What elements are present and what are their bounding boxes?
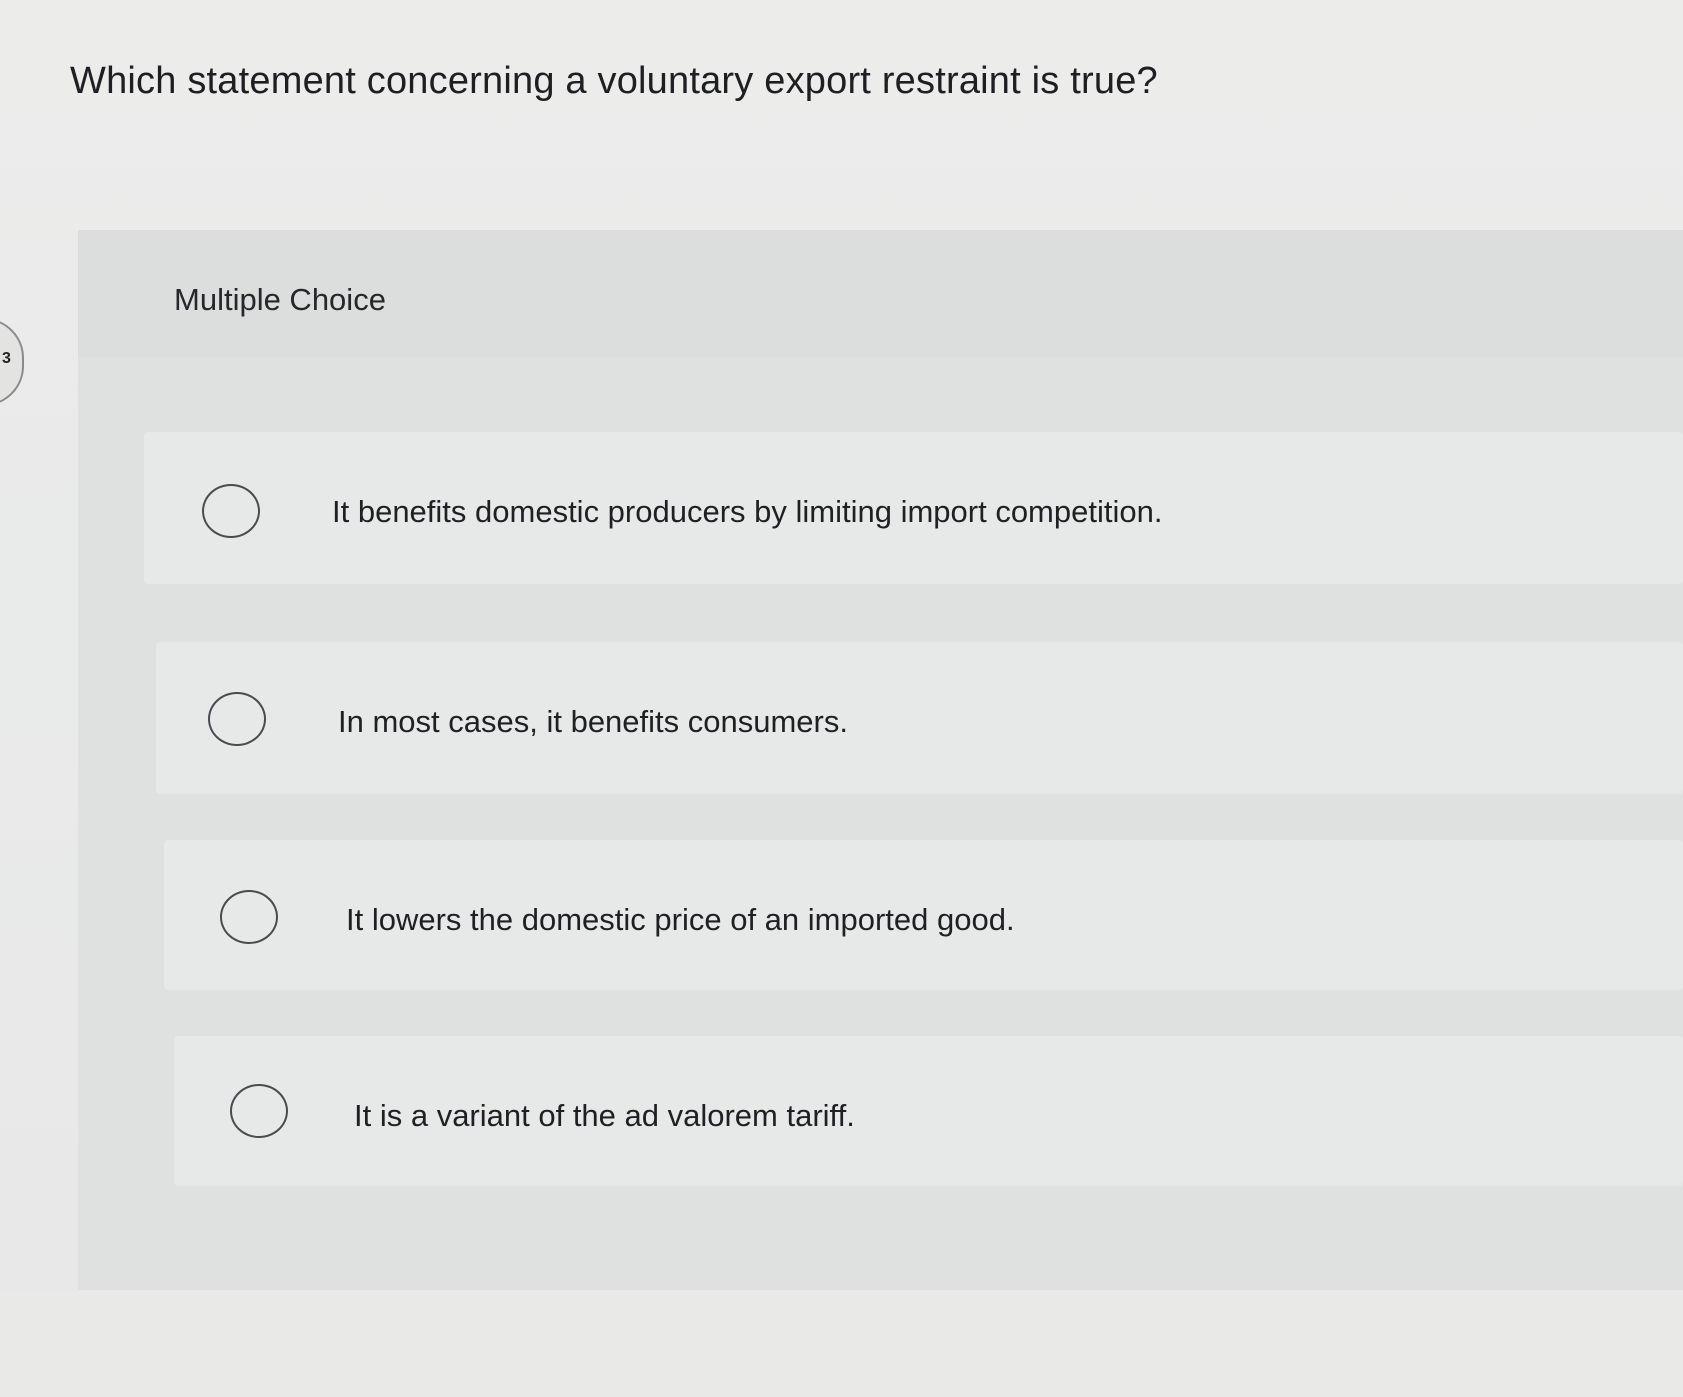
radio-button-icon[interactable] xyxy=(208,692,266,746)
radio-button-icon[interactable] xyxy=(230,1084,288,1138)
question-type-label: Multiple Choice xyxy=(174,282,386,317)
radio-button-icon[interactable] xyxy=(220,890,278,944)
answer-option-3[interactable]: It lowers the domestic price of an impor… xyxy=(164,840,1683,990)
answer-option-label: In most cases, it benefits consumers. xyxy=(338,704,848,739)
answer-option-1[interactable]: It benefits domestic producers by limiti… xyxy=(144,432,1683,584)
radio-button-icon[interactable] xyxy=(202,484,260,538)
answer-option-label: It is a variant of the ad valorem tariff… xyxy=(354,1098,855,1133)
side-tab-label: 3 xyxy=(2,350,11,367)
answer-option-label: It benefits domestic producers by limiti… xyxy=(332,494,1163,529)
answer-option-2[interactable]: In most cases, it benefits consumers. xyxy=(156,642,1683,794)
page-footer-area xyxy=(0,1290,1683,1397)
answer-option-4[interactable]: It is a variant of the ad valorem tariff… xyxy=(174,1036,1683,1186)
question-prompt: Which statement concerning a voluntary e… xyxy=(70,60,1158,102)
answer-option-label: It lowers the domestic price of an impor… xyxy=(346,902,1015,937)
